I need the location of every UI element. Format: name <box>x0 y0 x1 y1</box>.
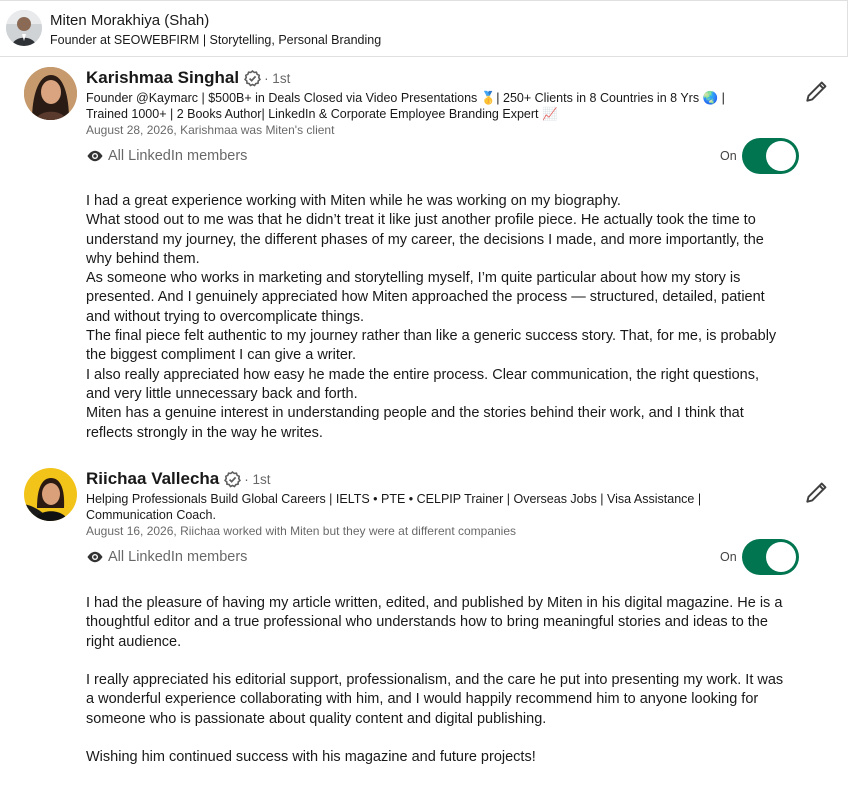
toggle-state-label: On <box>720 149 737 163</box>
connection-degree: · 1st <box>244 471 271 487</box>
recommendation-paragraph: Wishing him continued success with his m… <box>86 749 536 766</box>
recommendation-meta: August 28, 2026, Karishmaa was Miten's c… <box>86 123 335 137</box>
recommendation-text: I had a great experience working with Mi… <box>86 192 786 443</box>
eye-icon <box>87 551 103 563</box>
recommender-avatar[interactable] <box>24 468 77 521</box>
toggle-knob <box>766 141 796 171</box>
profile-header: Miten Morakhiya (Shah) Founder at SEOWEB… <box>0 0 848 57</box>
visibility-label: All LinkedIn members <box>108 549 248 565</box>
recommender-avatar[interactable] <box>24 67 77 120</box>
visibility-label: All LinkedIn members <box>108 148 248 164</box>
edit-recommendation-button[interactable] <box>803 480 829 506</box>
recommender-headline: Helping Professionals Build Global Caree… <box>86 492 702 522</box>
recommendation-paragraph: Miten has a genuine interest in understa… <box>86 405 744 441</box>
visibility-toggle[interactable] <box>742 138 799 174</box>
recommendation-paragraph: I had a great experience working with Mi… <box>86 193 621 209</box>
recommender-name-row: Riichaa Vallecha · 1st <box>86 469 271 489</box>
recommendation-paragraph: What stood out to me was that he didn’t … <box>86 212 764 267</box>
owner-name[interactable]: Miten Morakhiya (Shah) <box>50 12 209 29</box>
paragraph-spacer <box>86 729 786 748</box>
pencil-icon <box>806 482 827 503</box>
recommendation-text: I had the pleasure of having my article … <box>86 594 786 768</box>
recommendation-paragraph: I also really appreciated how easy he ma… <box>86 366 759 402</box>
recommender-name-row: Karishmaa Singhal · 1st <box>86 68 290 88</box>
recommendation-paragraph: I had the pleasure of having my article … <box>86 595 783 650</box>
owner-headline: Founder at SEOWEBFIRM | Storytelling, Pe… <box>50 33 382 47</box>
visibility-setting: All LinkedIn members <box>86 147 247 165</box>
recommendation-paragraph: I really appreciated his editorial suppo… <box>86 672 784 727</box>
recommendation-meta: August 16, 2026, Riichaa worked with Mit… <box>86 524 517 538</box>
verified-badge-icon <box>244 69 262 87</box>
recommender-name[interactable]: Karishmaa Singhal <box>86 68 239 88</box>
paragraph-spacer <box>86 652 786 671</box>
recommendation-paragraph: The final piece felt authentic to my jou… <box>86 328 777 364</box>
edit-recommendation-button[interactable] <box>803 79 829 105</box>
toggle-state-label: On <box>720 550 737 564</box>
owner-avatar[interactable] <box>6 10 42 46</box>
toggle-knob <box>766 542 796 572</box>
visibility-toggle[interactable] <box>742 539 799 575</box>
connection-degree: · 1st <box>264 70 291 86</box>
recommender-name[interactable]: Riichaa Vallecha <box>86 469 219 489</box>
visibility-setting: All LinkedIn members <box>86 548 247 566</box>
eye-icon <box>87 150 103 162</box>
recommender-headline: Founder @Kaymarc | $500B+ in Deals Close… <box>86 91 725 121</box>
pencil-icon <box>806 81 827 102</box>
recommendation-paragraph: As someone who works in marketing and st… <box>86 270 765 325</box>
verified-badge-icon <box>224 470 242 488</box>
